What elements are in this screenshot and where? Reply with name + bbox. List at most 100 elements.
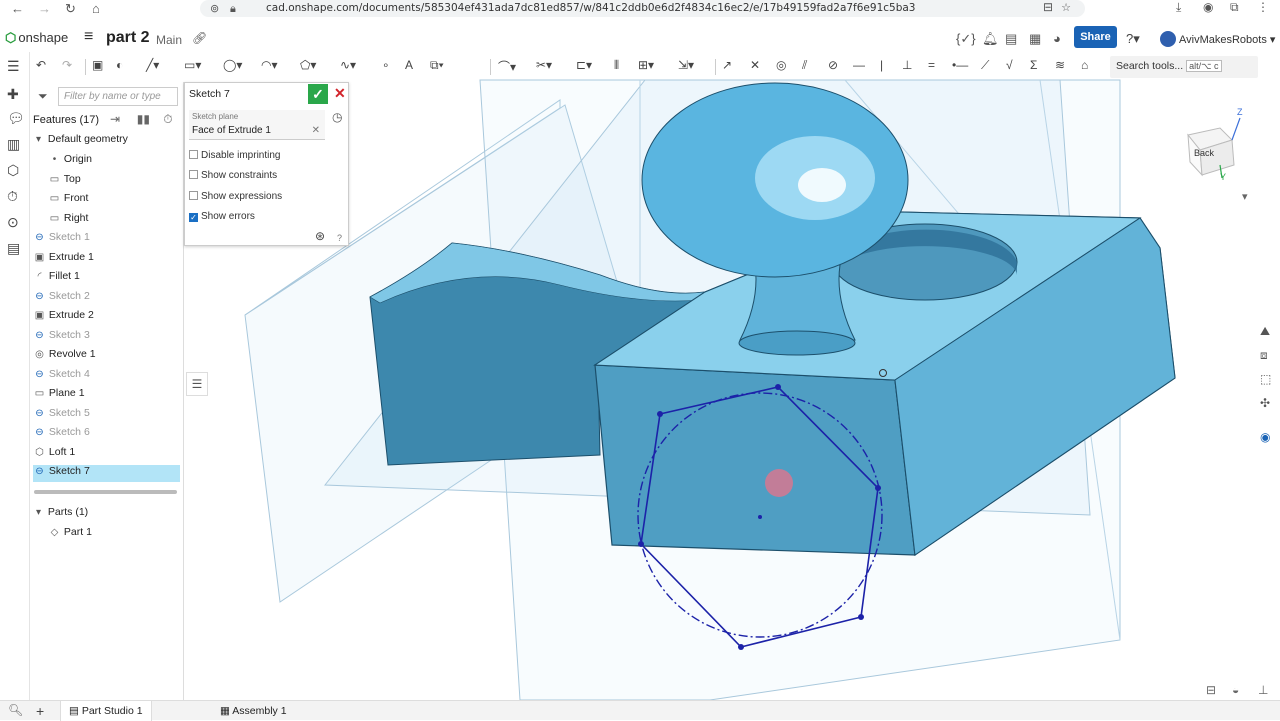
view-options-icon[interactable]: ▾ bbox=[1242, 190, 1248, 203]
cancel-x-icon[interactable]: ✕ bbox=[334, 85, 346, 102]
tree-item-revolve-1[interactable]: ◎ Revolve 1 bbox=[33, 348, 180, 365]
rollback-bar[interactable] bbox=[34, 490, 177, 494]
tree-item-sketch-3[interactable]: ⊖ Sketch 3 bbox=[33, 329, 180, 346]
tree-item-sketch-4[interactable]: ⊖ Sketch 4 bbox=[33, 368, 180, 385]
variables-icon[interactable]: ▤ bbox=[7, 240, 20, 257]
history-clock-icon[interactable]: ◷ bbox=[332, 110, 342, 124]
dimension-tool-icon[interactable]: ↗ bbox=[722, 58, 732, 72]
polygon-tool-icon[interactable]: ⬠▾ bbox=[300, 58, 316, 72]
concentric-constraint-icon[interactable]: ◎ bbox=[776, 58, 786, 72]
tree-item-sketch-6[interactable]: ⊖ Sketch 6 bbox=[33, 426, 180, 443]
link-icon[interactable]: 🔗︎ bbox=[192, 31, 207, 45]
midpoint-constraint-icon[interactable]: •— bbox=[952, 58, 968, 72]
disable-imprinting-checkbox[interactable]: Disable imprinting bbox=[189, 150, 280, 161]
back-arrow-icon[interactable]: ← bbox=[11, 1, 24, 16]
home-icon[interactable]: ⌂ bbox=[92, 1, 100, 16]
forward-arrow-icon[interactable]: → bbox=[38, 1, 51, 16]
spline-tool-icon[interactable]: ∿▾ bbox=[340, 58, 356, 72]
filter-funnel-icon[interactable]: ⏷ bbox=[38, 89, 48, 104]
feature-filter-input[interactable]: Filter by name or type bbox=[58, 87, 178, 106]
hamburger-menu-icon[interactable]: ≡ bbox=[84, 28, 93, 46]
tree-item-origin[interactable]: • Origin bbox=[48, 153, 180, 170]
feature-list-icon[interactable]: ☰ bbox=[7, 58, 20, 75]
tree-item-top[interactable]: ▭ Top bbox=[48, 173, 180, 190]
tree-item-sketch-7[interactable]: ⊖ Sketch 7 bbox=[33, 465, 180, 482]
app-store-icon[interactable]: ▦ bbox=[1029, 31, 1041, 47]
browser-menu-icon[interactable]: ⋮ bbox=[1257, 0, 1269, 14]
arc-tool-icon[interactable]: ◠▾ bbox=[261, 58, 278, 72]
features-header[interactable]: Features (17) bbox=[33, 114, 99, 126]
tree-item-sketch-2[interactable]: ⊖ Sketch 2 bbox=[33, 290, 180, 307]
mirror-tool-icon[interactable]: ⫴ bbox=[614, 58, 619, 73]
view-cube-face-label[interactable]: Back bbox=[1194, 148, 1214, 158]
tree-item-sketch-1[interactable]: ⊖ Sketch 1 bbox=[33, 231, 180, 248]
extensions-icon[interactable]: ⧉ bbox=[1230, 0, 1239, 15]
learning-center-icon[interactable]: ◕ bbox=[1053, 31, 1061, 46]
parallel-constraint-icon[interactable]: ⫽ bbox=[802, 58, 807, 73]
insert-image-icon[interactable]: ⧉▾ bbox=[430, 58, 444, 73]
search-tools-input[interactable]: Search tools... alt/⌥ c bbox=[1110, 56, 1258, 78]
tree-part-1[interactable]: ◇ Part 1 bbox=[48, 526, 198, 543]
stopwatch-icon[interactable]: ⏱︎ bbox=[163, 112, 172, 126]
tree-item-loft-1[interactable]: ⬡ Loft 1 bbox=[33, 446, 180, 463]
tab-assembly-1[interactable]: ▦ Assembly 1 bbox=[212, 701, 295, 721]
documents-icon[interactable]: ▤ bbox=[1005, 31, 1017, 47]
tree-default-geometry[interactable]: ▾ Default geometry bbox=[32, 133, 182, 150]
section-view-icon[interactable]: ⧈ bbox=[1260, 348, 1268, 363]
install-app-icon[interactable]: ⊟ bbox=[1043, 0, 1053, 14]
perpendicular-constraint-icon[interactable]: ⊥ bbox=[902, 58, 912, 72]
sketch-plane-field[interactable]: Sketch plane Face of Extrude 1 ✕ bbox=[189, 110, 325, 140]
show-constraints-checkbox[interactable]: Show constraints bbox=[189, 170, 277, 181]
trim-tool-icon[interactable]: ✂▾ bbox=[536, 58, 552, 72]
measure-tool-icon[interactable]: ⊥ bbox=[1258, 683, 1268, 697]
rollback-icon[interactable]: ⇥ bbox=[110, 112, 120, 126]
clear-selection-icon[interactable]: ✕ bbox=[312, 125, 320, 136]
branch-name[interactable]: Main bbox=[156, 33, 182, 47]
render-mode-icon[interactable]: ⬚ bbox=[1260, 372, 1271, 386]
parts-icon[interactable]: ⬡ bbox=[7, 162, 19, 179]
comments-icon[interactable]: 💬︎ bbox=[7, 110, 25, 127]
tree-item-plane-1[interactable]: ▭ Plane 1 bbox=[33, 387, 180, 404]
pause-icon[interactable]: ▮▮ bbox=[137, 112, 150, 126]
properties-icon[interactable]: ▥ bbox=[7, 136, 20, 153]
reload-icon[interactable]: ↻ bbox=[65, 1, 76, 17]
line-tool-icon[interactable]: ╱▾ bbox=[146, 58, 159, 72]
appearance-icon[interactable]: ⛰ bbox=[1260, 324, 1270, 339]
code-icon[interactable]: {✓} bbox=[956, 31, 976, 47]
hidden-lines-icon[interactable]: ◒ bbox=[1232, 683, 1239, 697]
list-toggle-icon[interactable]: ☰ bbox=[186, 372, 208, 396]
tree-item-right[interactable]: ▭ Right bbox=[48, 212, 180, 229]
horizontal-constraint-icon[interactable]: — bbox=[853, 58, 865, 72]
tree-item-sketch-5[interactable]: ⊖ Sketch 5 bbox=[33, 407, 180, 424]
lock-icon[interactable]: 🔒︎ bbox=[230, 2, 236, 16]
circle-tool-icon[interactable]: ◯▾ bbox=[223, 58, 242, 72]
checkbox-box[interactable] bbox=[189, 191, 198, 200]
tangent-constraint-icon[interactable]: ⊘ bbox=[828, 58, 838, 72]
coincident-constraint-icon[interactable]: ✕ bbox=[750, 58, 760, 72]
address-bar[interactable]: ⊚ 🔒︎ cad.onshape.com/documents/585304ef4… bbox=[200, 0, 1085, 17]
onshape-logo[interactable]: ⬡ onshape bbox=[5, 30, 68, 46]
chevron-down-icon[interactable]: ▾ bbox=[32, 507, 45, 518]
text-tool-icon[interactable]: A bbox=[405, 58, 413, 72]
confirm-checkmark-icon[interactable]: ✓ bbox=[308, 84, 328, 104]
show-errors-checkbox[interactable]: ✓ Show errors bbox=[189, 211, 255, 222]
vertical-constraint-icon[interactable]: | bbox=[880, 58, 883, 72]
use-tool-icon[interactable]: ◐ bbox=[116, 58, 123, 72]
curvature-constraint-icon[interactable]: ⌂ bbox=[1081, 58, 1088, 72]
normal-constraint-icon[interactable]: ⟋ bbox=[981, 58, 989, 73]
help-icon[interactable]: ?▾ bbox=[1126, 31, 1140, 47]
notifications-bell-icon[interactable]: 🔔︎ bbox=[982, 31, 999, 47]
history-icon[interactable]: ⏱︎ bbox=[7, 188, 18, 205]
bookmark-star-icon[interactable]: ☆ bbox=[1061, 1, 1071, 14]
chevron-down-icon[interactable]: ▾ bbox=[32, 134, 45, 145]
exploded-view-icon[interactable]: ✣ bbox=[1260, 396, 1270, 410]
view-cube[interactable]: Back Z Y ▾ bbox=[1180, 107, 1250, 208]
download-icon[interactable]: ⤓ bbox=[1176, 0, 1181, 15]
tree-parts-header[interactable]: ▾ Parts (1) bbox=[32, 506, 182, 523]
search-icon[interactable]: 🔍︎ bbox=[8, 703, 23, 717]
help-circle-icon[interactable]: ? bbox=[337, 233, 342, 243]
checkbox-box[interactable] bbox=[189, 170, 198, 179]
fix-constraint-icon[interactable]: ≋ bbox=[1055, 58, 1065, 72]
profile-icon[interactable]: ◉ bbox=[1203, 0, 1213, 14]
tree-item-extrude-1[interactable]: ▣ Extrude 1 bbox=[33, 251, 180, 268]
